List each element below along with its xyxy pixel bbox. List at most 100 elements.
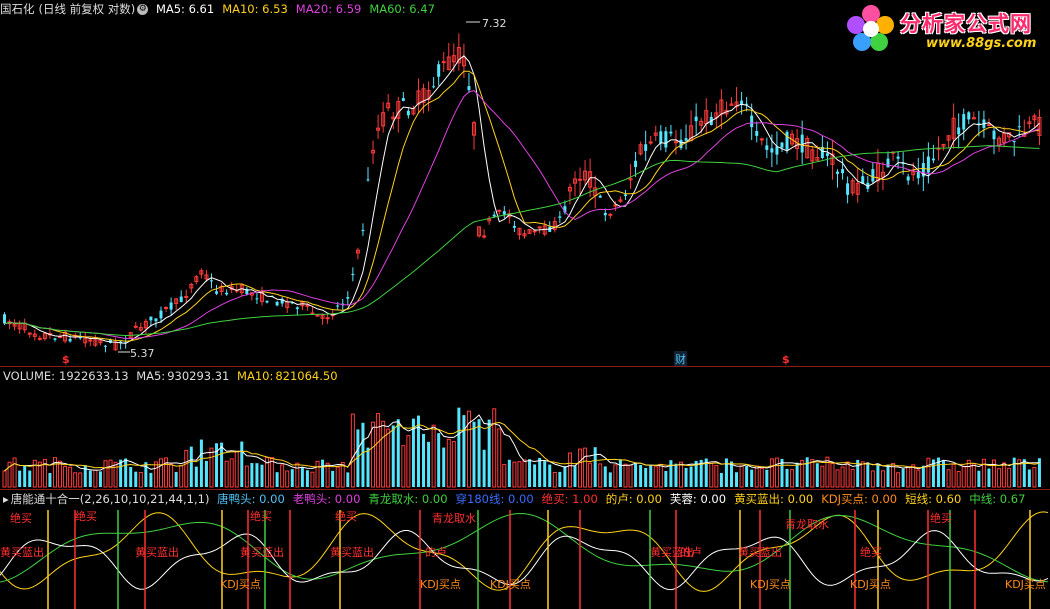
- settings-icon[interactable]: ⚙: [137, 4, 149, 15]
- volume-bar: [593, 447, 597, 487]
- volume-bar: [457, 407, 461, 487]
- candle: [406, 108, 410, 119]
- volume-bar: [870, 470, 875, 488]
- candle: [759, 137, 764, 146]
- ma-legend-item: MA5: 6.61: [155, 2, 215, 16]
- signal-label: 绝买: [860, 545, 882, 559]
- candle: [846, 176, 850, 204]
- candle: [679, 129, 683, 150]
- signal-label: KDJ买点: [850, 578, 891, 591]
- volume-bar: [487, 419, 491, 487]
- candle: [1027, 116, 1032, 129]
- volume-bar: [684, 467, 688, 487]
- signal-label: KDJ买点: [750, 578, 791, 591]
- indicator-value-item: 的卢: 0.00: [605, 492, 662, 506]
- candle: [638, 141, 643, 156]
- candle: [366, 167, 370, 182]
- volume-bar: [644, 467, 648, 487]
- volume-bar: [73, 472, 78, 488]
- ma-legend-item: MA10: 6.53: [222, 2, 288, 16]
- candle: [164, 306, 169, 312]
- stock-name: 国石化: [0, 2, 35, 16]
- candle: [962, 108, 966, 141]
- volume-bar: [956, 470, 961, 488]
- volume-bar: [295, 462, 300, 488]
- indicator-panel[interactable]: ▸ 唐能通十合一(2,26,10,10,21,44,1,1) 唐鸭头: 0.00 老…: [0, 489, 1050, 609]
- signal-label: 的卢: [680, 545, 702, 559]
- volume-ma10-label: MA10:: [237, 369, 274, 383]
- candle: [371, 140, 376, 164]
- volume-bar: [563, 466, 567, 487]
- candle: [239, 283, 244, 297]
- candle: [724, 101, 729, 118]
- volume-bar: [285, 470, 290, 488]
- volume-bar: [790, 469, 795, 488]
- volume-bar: [18, 470, 22, 487]
- volume-bar: [68, 466, 73, 488]
- candle: [209, 273, 213, 289]
- volume-bar: [229, 458, 234, 488]
- candle: [179, 290, 183, 303]
- candle: [37, 335, 42, 341]
- volume-bar: [346, 472, 350, 487]
- candle: [946, 135, 951, 149]
- volume-bars[interactable]: [0, 367, 1050, 489]
- volume-bar: [451, 441, 456, 488]
- volume-bar: [437, 433, 441, 487]
- candle: [225, 289, 229, 296]
- event-marker-dividend-2[interactable]: $: [782, 353, 790, 366]
- high-price-label: 7.32: [482, 17, 507, 30]
- volume-bar: [926, 457, 931, 488]
- volume-ma5-value: 930293.31: [167, 369, 230, 383]
- event-marker-finance[interactable]: 财: [674, 351, 687, 367]
- candle: [673, 130, 678, 155]
- candle: [841, 158, 845, 180]
- volume-bar: [876, 463, 880, 487]
- volume-bar: [578, 448, 583, 488]
- volume-bar: [406, 435, 411, 488]
- volume-bar: [396, 419, 400, 487]
- candle: [578, 167, 583, 195]
- candle: [42, 332, 47, 341]
- volume-bar: [825, 456, 830, 488]
- volume-bar: [951, 463, 956, 488]
- volume-bar: [138, 472, 143, 488]
- candle: [477, 226, 482, 238]
- volume-bar: [300, 467, 304, 487]
- candle: [527, 229, 532, 234]
- event-marker-dividend-1[interactable]: $: [62, 353, 70, 366]
- candle: [234, 284, 239, 294]
- candle: [194, 275, 199, 285]
- volume-bar: [639, 465, 643, 487]
- volume-bar: [750, 469, 754, 487]
- volume-bar: [658, 463, 663, 488]
- volume-bar: [244, 465, 249, 488]
- candle: [552, 217, 557, 233]
- volume-bar: [850, 468, 855, 488]
- volume-bar: [845, 461, 850, 488]
- signal-label: 黄买蓝出: [738, 545, 782, 559]
- candle: [694, 103, 698, 135]
- candle: [618, 196, 623, 203]
- candle: [93, 334, 98, 347]
- candle: [522, 229, 527, 239]
- signal-label: 绝买: [250, 509, 272, 523]
- candle: [351, 267, 355, 282]
- volume-bar: [709, 462, 714, 488]
- volume-bar: [966, 459, 971, 488]
- volume-bar: [391, 425, 395, 487]
- volume-bar: [153, 461, 158, 488]
- volume-bar: [548, 464, 552, 487]
- volume-bar: [275, 472, 279, 487]
- volume-bar: [472, 421, 476, 487]
- signal-label: KDJ买点: [220, 578, 261, 591]
- candle: [215, 284, 219, 296]
- candle: [896, 151, 900, 169]
- candle: [986, 118, 991, 127]
- volume-panel[interactable]: VOLUME: 1922633.13 MA5: 930293.31 MA10: 821…: [0, 366, 1050, 489]
- volume-bar: [653, 466, 658, 488]
- volume-bar: [628, 464, 633, 488]
- candle: [103, 344, 107, 353]
- volume-bar: [32, 459, 37, 488]
- candle: [598, 194, 602, 198]
